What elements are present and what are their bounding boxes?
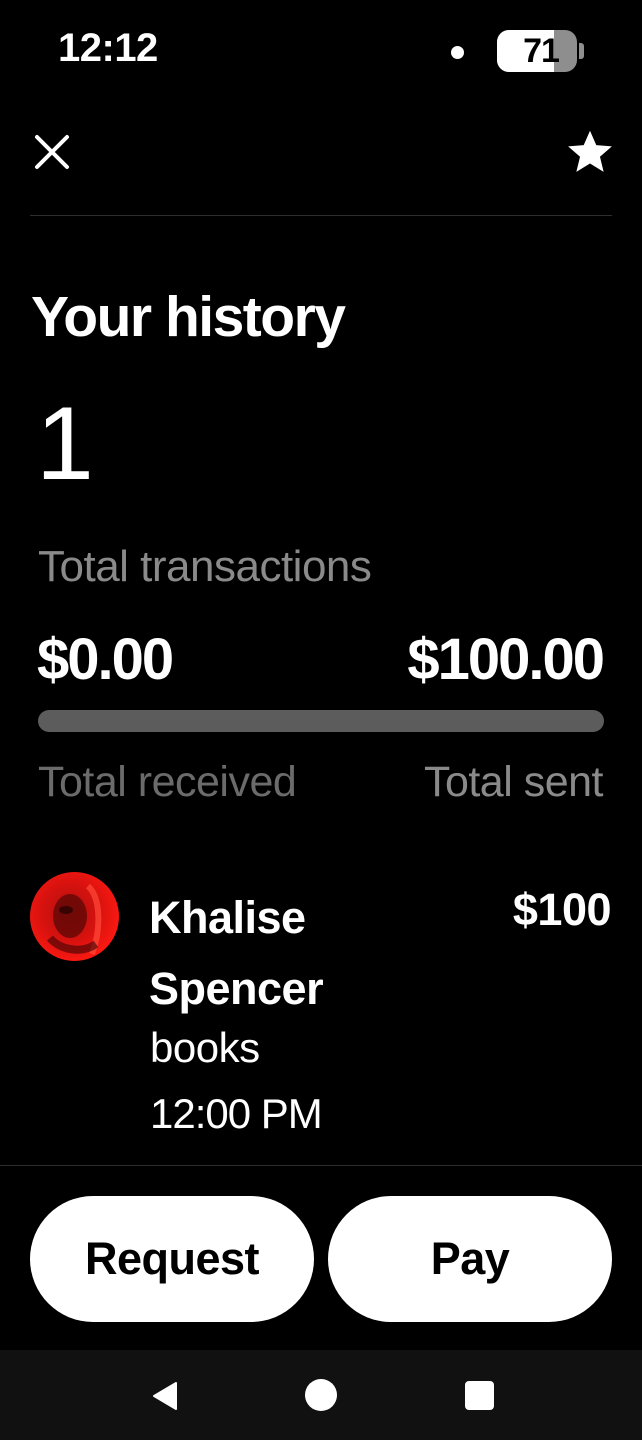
system-navigation-bar — [0, 1350, 642, 1440]
list-divider — [0, 1165, 642, 1166]
transaction-note: books — [150, 1024, 260, 1071]
request-button[interactable]: Request — [30, 1196, 314, 1322]
transaction-count: 1 — [36, 386, 94, 502]
page-title: Your history — [31, 285, 346, 349]
total-sent-label: Total sent — [423, 758, 604, 806]
star-icon — [568, 130, 612, 172]
header-divider — [30, 215, 612, 216]
status-bar: 12:12 71 — [0, 0, 642, 100]
transaction-time: 12:00 PM — [150, 1090, 323, 1137]
close-button[interactable] — [28, 128, 76, 176]
avatar-image — [30, 872, 119, 961]
close-icon — [35, 135, 69, 169]
back-button[interactable] — [148, 1380, 180, 1412]
battery-tip — [579, 43, 584, 59]
home-icon[interactable] — [305, 1379, 337, 1411]
recents-icon[interactable] — [465, 1381, 494, 1410]
transaction-count-label: Total transactions — [38, 542, 372, 591]
pay-button[interactable]: Pay — [328, 1196, 612, 1322]
battery-icon: 71 — [497, 30, 577, 72]
battery-level: 71 — [523, 32, 560, 70]
total-received-amount: $0.00 — [37, 627, 174, 692]
received-sent-progress-bar — [38, 710, 604, 732]
transaction-amount: $100 — [512, 884, 612, 935]
total-received-label: Total received — [38, 758, 297, 806]
transaction-name: Khalise Spencer — [149, 892, 324, 1014]
favorite-button[interactable] — [564, 126, 616, 178]
notification-dot-icon — [451, 46, 464, 59]
status-time: 12:12 — [58, 26, 158, 70]
total-sent-amount: $100.00 — [407, 627, 605, 692]
transaction-row[interactable]: Khalise Spencer $100 books 12:00 PM — [0, 860, 642, 1160]
avatar — [30, 872, 119, 961]
back-icon — [153, 1382, 177, 1410]
